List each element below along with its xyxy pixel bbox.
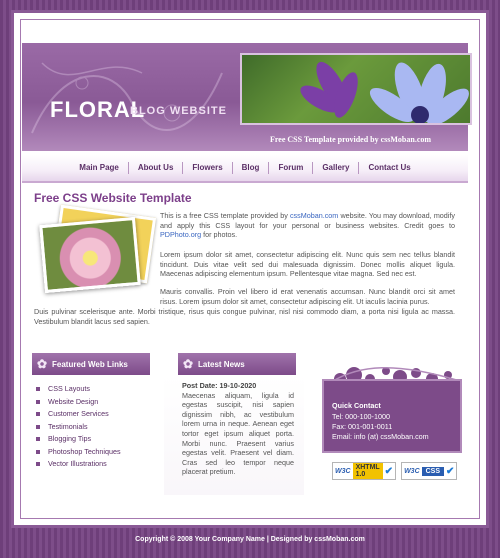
flower-illustration [300, 61, 469, 123]
featured-links-header: ✿ Featured Web Links [32, 353, 150, 375]
quick-contact-box: Quick Contact Tel: 000-100-1000 Fax: 001… [322, 379, 462, 453]
bullet-icon [36, 462, 40, 467]
site-header: FLORAL BLOG WEBSITE Free CSS Template pr… [22, 43, 472, 151]
main-navigation: Main Page About Us Flowers Blog Forum Ga… [22, 155, 468, 183]
body-paragraph-3b: Duis pulvinar scelerisque ante. Morbi tr… [34, 307, 455, 326]
content-title: Free CSS Website Template [34, 191, 192, 205]
header-tagline: Free CSS Template provided by cssMoban.c… [270, 135, 432, 144]
xhtml-label: XHTML 1.0 [352, 463, 383, 479]
photo-front-print [39, 216, 141, 294]
list-item[interactable]: Website Design [36, 396, 121, 409]
news-date: Post Date: 19-10-2020 [182, 381, 257, 390]
list-item[interactable]: Photoshop Techniques [36, 446, 121, 459]
link-label[interactable]: Blogging Tips [48, 433, 91, 446]
list-item[interactable]: CSS Layouts [36, 383, 121, 396]
contact-fax: Fax: 001-001-0011 [332, 421, 393, 431]
w3c-logo: W3C [402, 467, 422, 475]
check-icon: ✔ [446, 465, 455, 477]
link-label[interactable]: Website Design [48, 396, 98, 409]
bullet-icon [36, 449, 40, 454]
xhtml-valid-badge[interactable]: W3C XHTML 1.0 ✔ [332, 462, 397, 480]
nav-contact-us[interactable]: Contact Us [358, 162, 419, 174]
cssmoban-link[interactable]: cssMoban.com [290, 211, 338, 220]
nav-gallery[interactable]: Gallery [312, 162, 358, 174]
nav-blog[interactable]: Blog [231, 162, 269, 174]
css-valid-badge[interactable]: W3C CSS ✔ [401, 462, 458, 480]
list-item[interactable]: Vector Illustrations [36, 458, 121, 471]
link-label[interactable]: Vector Illustrations [48, 458, 107, 471]
contact-tel: Tel: 000-100-1000 [332, 412, 390, 421]
featured-links-list: CSS Layouts Website Design Customer Serv… [36, 383, 121, 471]
intro-text-3: for photos. [201, 230, 238, 240]
list-item[interactable]: Testimonials [36, 421, 121, 434]
w3c-logo: W3C [333, 467, 353, 475]
quick-contact-title: Quick Contact [332, 401, 381, 410]
news-body: Maecenas aliquam, ligula id egestas susc… [182, 390, 294, 477]
nav-flowers[interactable]: Flowers [182, 162, 231, 174]
flower-icon: ✿ [36, 357, 48, 371]
bullet-icon [36, 437, 40, 442]
link-label[interactable]: Photoshop Techniques [48, 446, 121, 459]
latest-news-title: Latest News [198, 359, 245, 369]
contact-email[interactable]: Email: info (at) cssMoban.com [332, 432, 454, 442]
nav-about-us[interactable]: About Us [127, 162, 183, 174]
nav-main-page[interactable]: Main Page [70, 162, 128, 174]
logo-subtitle: BLOG WEBSITE [130, 105, 227, 117]
bullet-icon [36, 412, 40, 417]
bullet-icon [36, 424, 40, 429]
link-label[interactable]: Customer Services [48, 408, 109, 421]
bullet-icon [36, 387, 40, 392]
list-item[interactable]: Customer Services [36, 408, 121, 421]
flower-icon: ✿ [182, 357, 194, 371]
link-label[interactable]: Testimonials [48, 421, 88, 434]
intro-text-1: This is a free CSS template provided by [160, 211, 290, 220]
list-item[interactable]: Blogging Tips [36, 433, 121, 446]
featured-links-title: Featured Web Links [52, 359, 128, 369]
body-paragraph-3a: Mauris convallis. Proin vel libero id er… [160, 287, 455, 306]
check-icon: ✔ [384, 465, 394, 477]
body-paragraph-2: Lorem ipsum dolor sit amet, consectetur … [160, 250, 455, 279]
validation-badges: W3C XHTML 1.0 ✔ W3C CSS ✔ [332, 462, 458, 480]
bullet-icon [36, 399, 40, 404]
latest-news-header: ✿ Latest News [178, 353, 296, 375]
pdphoto-link[interactable]: PDPhoto.org [160, 230, 201, 239]
nav-forum[interactable]: Forum [268, 162, 312, 174]
intro-paragraph: This is a free CSS template provided by … [160, 211, 455, 240]
site-footer: Copyright © 2008 Your Company Name | Des… [135, 536, 365, 543]
css-label: CSS [421, 466, 445, 476]
lotus-photo [39, 204, 157, 294]
news-content: Post Date: 19-10-2020 Maecenas aliquam, … [182, 381, 294, 477]
link-label[interactable]: CSS Layouts [48, 383, 90, 396]
page-container: FLORAL BLOG WEBSITE Free CSS Template pr… [11, 10, 489, 528]
header-flower-image [240, 53, 472, 125]
